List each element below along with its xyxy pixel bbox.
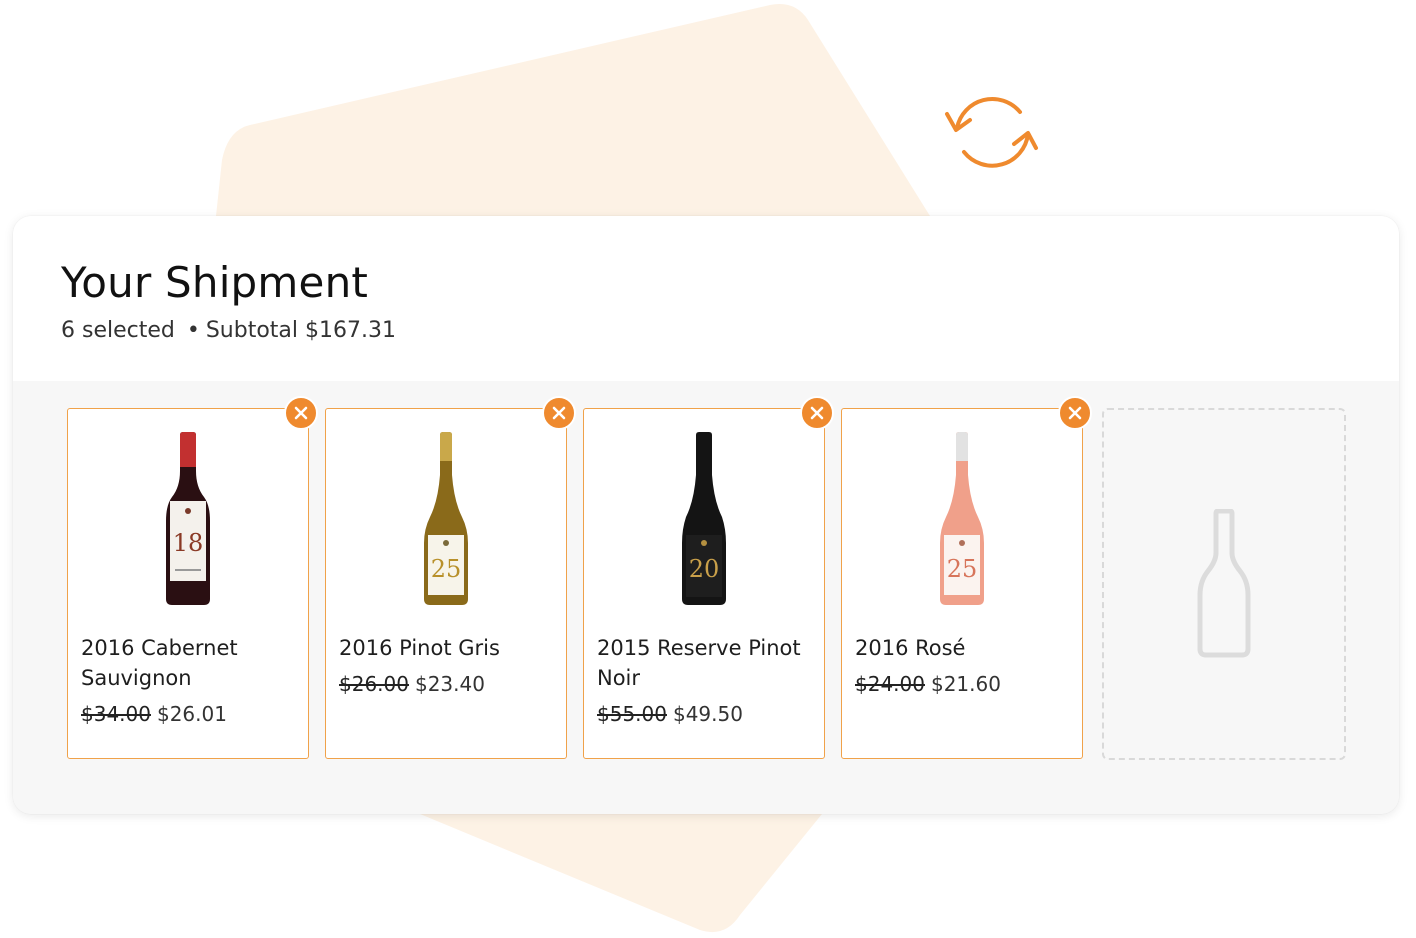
close-icon: [552, 406, 566, 420]
bottle-outline-icon: [1197, 509, 1251, 658]
original-price: $34.00: [81, 702, 151, 726]
refresh-icon[interactable]: [944, 90, 1040, 174]
original-price: $24.00: [855, 672, 925, 696]
wine-card[interactable]: 25 2016 Pinot Gris $26.00 $23.40: [325, 396, 576, 759]
sale-price: $49.50: [672, 702, 743, 726]
wine-info: 2016 Pinot Gris $26.00 $23.40: [339, 633, 561, 699]
shipment-summary: 6 selected • Subtotal $167.31: [61, 318, 396, 343]
price-row: $34.00 $26.01: [81, 699, 303, 729]
remove-button[interactable]: [800, 396, 834, 430]
empty-slot[interactable]: [1102, 408, 1346, 760]
wine-info: 2016 Rosé $24.00 $21.60: [855, 633, 1077, 699]
shipment-items: 18 2016 Cabernet Sauvignon $34.00$26.01: [13, 381, 1399, 814]
subtotal: Subtotal $167.31: [205, 318, 396, 343]
page-title: Your Shipment: [61, 258, 369, 307]
wine-bottle-image: 18: [68, 431, 308, 611]
close-icon: [810, 406, 824, 420]
wine-info: 2016 Cabernet Sauvignon $34.00 $26.01: [81, 633, 303, 729]
wine-card[interactable]: 25 2016 Rosé $24.00 $21.60: [841, 396, 1092, 759]
selected-count: 6 selected: [61, 318, 175, 343]
svg-text:20: 20: [689, 555, 720, 583]
wine-bottle-image: 25: [326, 431, 566, 611]
wine-card[interactable]: 20 2015 Reserve Pinot Noir $55.00 $49.50: [583, 396, 834, 759]
wine-name: 2016 Pinot Gris: [339, 636, 500, 660]
svg-text:18: 18: [173, 529, 204, 557]
wine-name: 2016 Rosé: [855, 636, 966, 660]
wine-bottle-image: 20: [584, 431, 824, 611]
price-row: $55.00 $49.50: [597, 699, 819, 729]
original-price: $55.00: [597, 702, 667, 726]
wine-info: 2015 Reserve Pinot Noir $55.00 $49.50: [597, 633, 819, 729]
remove-button[interactable]: [284, 396, 318, 430]
price-row: $24.00 $21.60: [855, 669, 1077, 699]
wine-bottle-image: 25: [842, 431, 1082, 611]
close-icon: [294, 406, 308, 420]
original-price: $26.00: [339, 672, 409, 696]
close-icon: [1068, 406, 1082, 420]
sale-price: $21.60: [930, 672, 1001, 696]
wine-card[interactable]: 18 2016 Cabernet Sauvignon $34.00 $26.01: [67, 396, 318, 759]
sale-price: $26.01: [156, 702, 227, 726]
price-row: $26.00 $23.40: [339, 669, 561, 699]
wine-name: 2016 Cabernet Sauvignon: [81, 636, 238, 690]
wine-name: 2015 Reserve Pinot Noir: [597, 636, 801, 690]
shipment-header: Your Shipment 6 selected • Subtotal $167.3…: [13, 216, 1399, 381]
svg-text:25: 25: [947, 555, 978, 583]
remove-button[interactable]: [542, 396, 576, 430]
remove-button[interactable]: [1058, 396, 1092, 430]
svg-text:25: 25: [431, 555, 462, 583]
separator: •: [186, 318, 200, 343]
sale-price: $23.40: [414, 672, 485, 696]
shipment-panel: Your Shipment 6 selected • Subtotal $167.3…: [13, 216, 1399, 814]
